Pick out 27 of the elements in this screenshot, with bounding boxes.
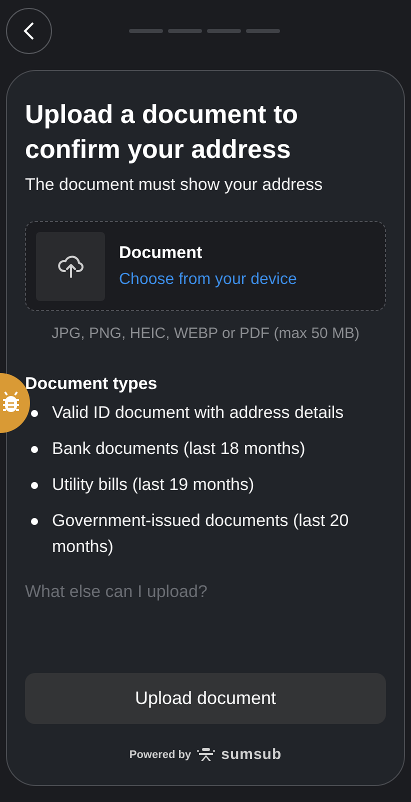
subtitle: The document must show your address bbox=[25, 175, 324, 195]
logo-icon bbox=[197, 748, 216, 762]
cloud-upload-icon bbox=[58, 254, 84, 278]
page-title: Upload a document to confirm your address bbox=[25, 98, 299, 166]
progress-step bbox=[246, 29, 280, 33]
bullet-icon bbox=[31, 410, 38, 417]
document-type: Government-issued documents (last 20 months) bbox=[52, 510, 350, 558]
progress-step bbox=[129, 29, 163, 33]
upload-area[interactable]: Document Choose from your device bbox=[25, 221, 386, 311]
bullet-icon bbox=[31, 482, 38, 489]
bullet-icon bbox=[31, 446, 38, 453]
brand-name: sumsub bbox=[221, 746, 282, 763]
upload-label: Document bbox=[119, 243, 204, 263]
progress-step bbox=[207, 29, 241, 33]
document-type: Valid ID document with address details bbox=[52, 402, 344, 424]
bug-icon bbox=[0, 391, 22, 415]
back-button[interactable] bbox=[6, 8, 52, 54]
section-heading: Document types bbox=[25, 374, 158, 394]
powered-by-text: Powered by bbox=[129, 748, 192, 760]
document-type: Bank documents (last 18 months) bbox=[52, 438, 306, 460]
progress-step bbox=[168, 29, 202, 33]
choose-file-link[interactable]: Choose from your device bbox=[119, 271, 297, 289]
chevron-left-icon bbox=[23, 22, 35, 40]
document-type: Utility bills (last 19 months) bbox=[52, 474, 254, 496]
bullet-icon bbox=[31, 518, 38, 525]
upload-button[interactable]: Upload document bbox=[25, 673, 386, 724]
formats-hint: JPG, PNG, HEIC, WEBP or PDF (max 50 MB) bbox=[50, 325, 361, 342]
